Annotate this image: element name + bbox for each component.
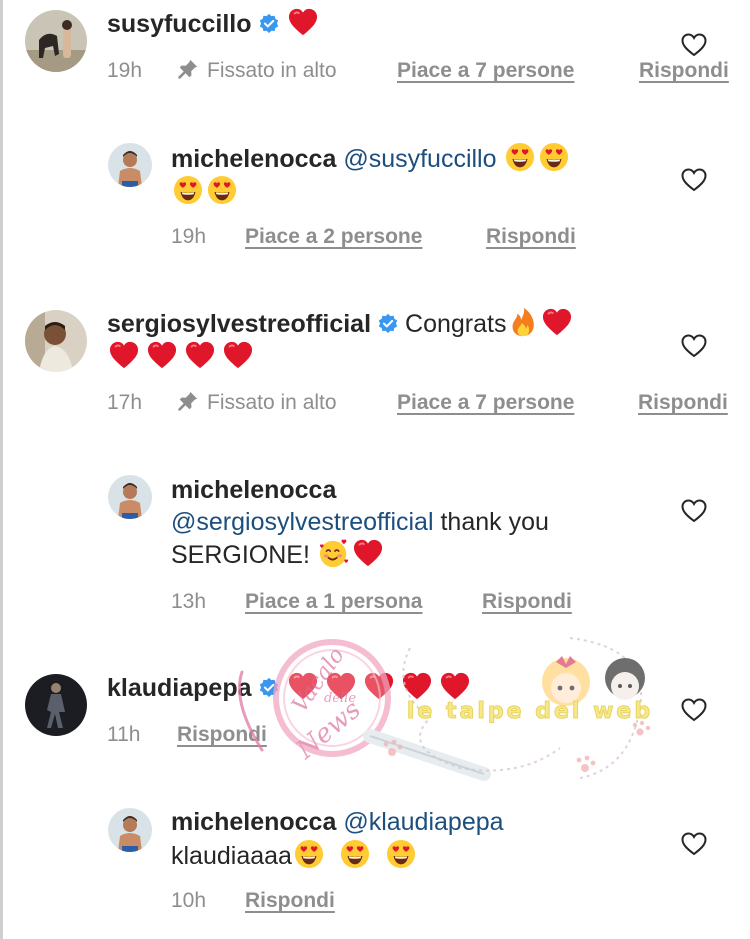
watermark-talpe-logo: le talpe del web: [370, 628, 670, 788]
smiling-face-with-hearts-emoji: [319, 538, 349, 568]
mention-link[interactable]: @klaudiapepa: [343, 808, 503, 836]
comment-text-continued: @sergiosylvestreofficial thank you: [171, 506, 549, 538]
pin-icon: [177, 58, 199, 80]
username[interactable]: michelenocca: [171, 145, 336, 173]
heart-eyes-emoji: [173, 175, 203, 205]
likes-link[interactable]: Piace a 1 persona: [245, 588, 422, 616]
comment-text: susyfuccillo: [107, 7, 320, 40]
comment-text: michelenocca @susyfuccillo: [171, 142, 571, 175]
heart-eyes-emoji: [539, 142, 569, 172]
username[interactable]: sergiosylvestreofficial: [107, 310, 371, 338]
pinned-label: Fissato in alto: [177, 389, 337, 417]
timestamp: 17h: [107, 391, 143, 414]
comment-meta: 17h Fissato in alto Piace a 7 persone Ri…: [107, 389, 747, 417]
red-heart-emoji: [109, 340, 139, 370]
timestamp: 10h: [171, 889, 207, 912]
username[interactable]: susyfuccillo: [107, 10, 252, 38]
like-heart-icon[interactable]: [681, 499, 707, 523]
reply-button[interactable]: Rispondi: [638, 389, 728, 417]
heart-eyes-emoji: [386, 839, 416, 869]
like-heart-icon[interactable]: [681, 698, 707, 722]
likes-link[interactable]: Piace a 2 persone: [245, 223, 422, 251]
comment-text-continued: SERGIONE!: [171, 538, 385, 571]
reply-button[interactable]: Rispondi: [486, 223, 576, 251]
comment-text: michelenocca: [171, 474, 336, 506]
heart-eyes-emoji: [207, 175, 237, 205]
verified-badge-icon: [377, 313, 399, 335]
username[interactable]: michelenocca: [171, 476, 336, 504]
fire-emoji: [508, 307, 538, 337]
comment-body: SERGIONE!: [171, 541, 310, 569]
comment-text: sergiosylvestreofficial Congrats: [107, 307, 574, 340]
red-heart-emoji: [147, 340, 177, 370]
red-heart-emoji: [185, 340, 215, 370]
comment-meta: 13h Piace a 1 persona Rispondi: [171, 588, 731, 616]
mention-link[interactable]: @susyfuccillo: [343, 145, 496, 173]
pinned-label: Fissato in alto: [177, 57, 337, 85]
timestamp: 13h: [171, 590, 207, 613]
comment-body: klaudiaaaa: [171, 842, 292, 870]
red-heart-emoji: [288, 7, 318, 37]
comment-text-continued: klaudiaaaa: [171, 839, 418, 872]
avatar[interactable]: [25, 310, 87, 372]
timestamp: 19h: [171, 225, 207, 248]
comment-meta: 19h Piace a 2 persone Rispondi: [171, 223, 731, 251]
red-heart-emoji: [353, 538, 383, 568]
comment-text-continued: [171, 175, 239, 208]
comment-text: michelenocca @klaudiapepa: [171, 806, 504, 838]
red-heart-emoji: [223, 340, 253, 370]
heart-eyes-emoji: [505, 142, 535, 172]
avatar[interactable]: [25, 674, 87, 736]
reply-button[interactable]: Rispondi: [482, 588, 572, 616]
like-heart-icon[interactable]: [681, 832, 707, 856]
comment-body: thank you: [440, 508, 549, 536]
reply-button[interactable]: Rispondi: [245, 887, 335, 915]
comment-meta: 10h Rispondi: [171, 887, 471, 915]
comment-meta: 19h Fissato in alto Piace a 7 persone Ri…: [107, 57, 747, 85]
likes-link[interactable]: Piace a 7 persone: [397, 57, 574, 85]
timestamp: 11h: [107, 723, 141, 746]
screen-edge: [0, 0, 3, 939]
verified-badge-icon: [258, 13, 280, 35]
like-heart-icon[interactable]: [681, 334, 707, 358]
comment-body: Congrats: [405, 310, 507, 338]
heart-eyes-emoji: [340, 839, 370, 869]
reply-button[interactable]: Rispondi: [639, 57, 729, 85]
avatar[interactable]: [25, 10, 87, 72]
likes-link[interactable]: Piace a 7 persone: [397, 389, 574, 417]
avatar[interactable]: [108, 143, 152, 187]
username[interactable]: michelenocca: [171, 808, 336, 836]
mention-link[interactable]: @sergiosylvestreofficial: [171, 508, 434, 536]
pin-icon: [177, 390, 199, 412]
heart-eyes-emoji: [294, 839, 324, 869]
watermark-text: le talpe del web: [407, 699, 653, 724]
red-heart-emoji: [542, 307, 572, 337]
like-heart-icon[interactable]: [681, 168, 707, 192]
avatar[interactable]: [108, 808, 152, 852]
timestamp: 19h: [107, 59, 143, 82]
like-heart-icon[interactable]: [681, 33, 707, 57]
avatar[interactable]: [108, 475, 152, 519]
comment-text-continued: [107, 340, 255, 373]
